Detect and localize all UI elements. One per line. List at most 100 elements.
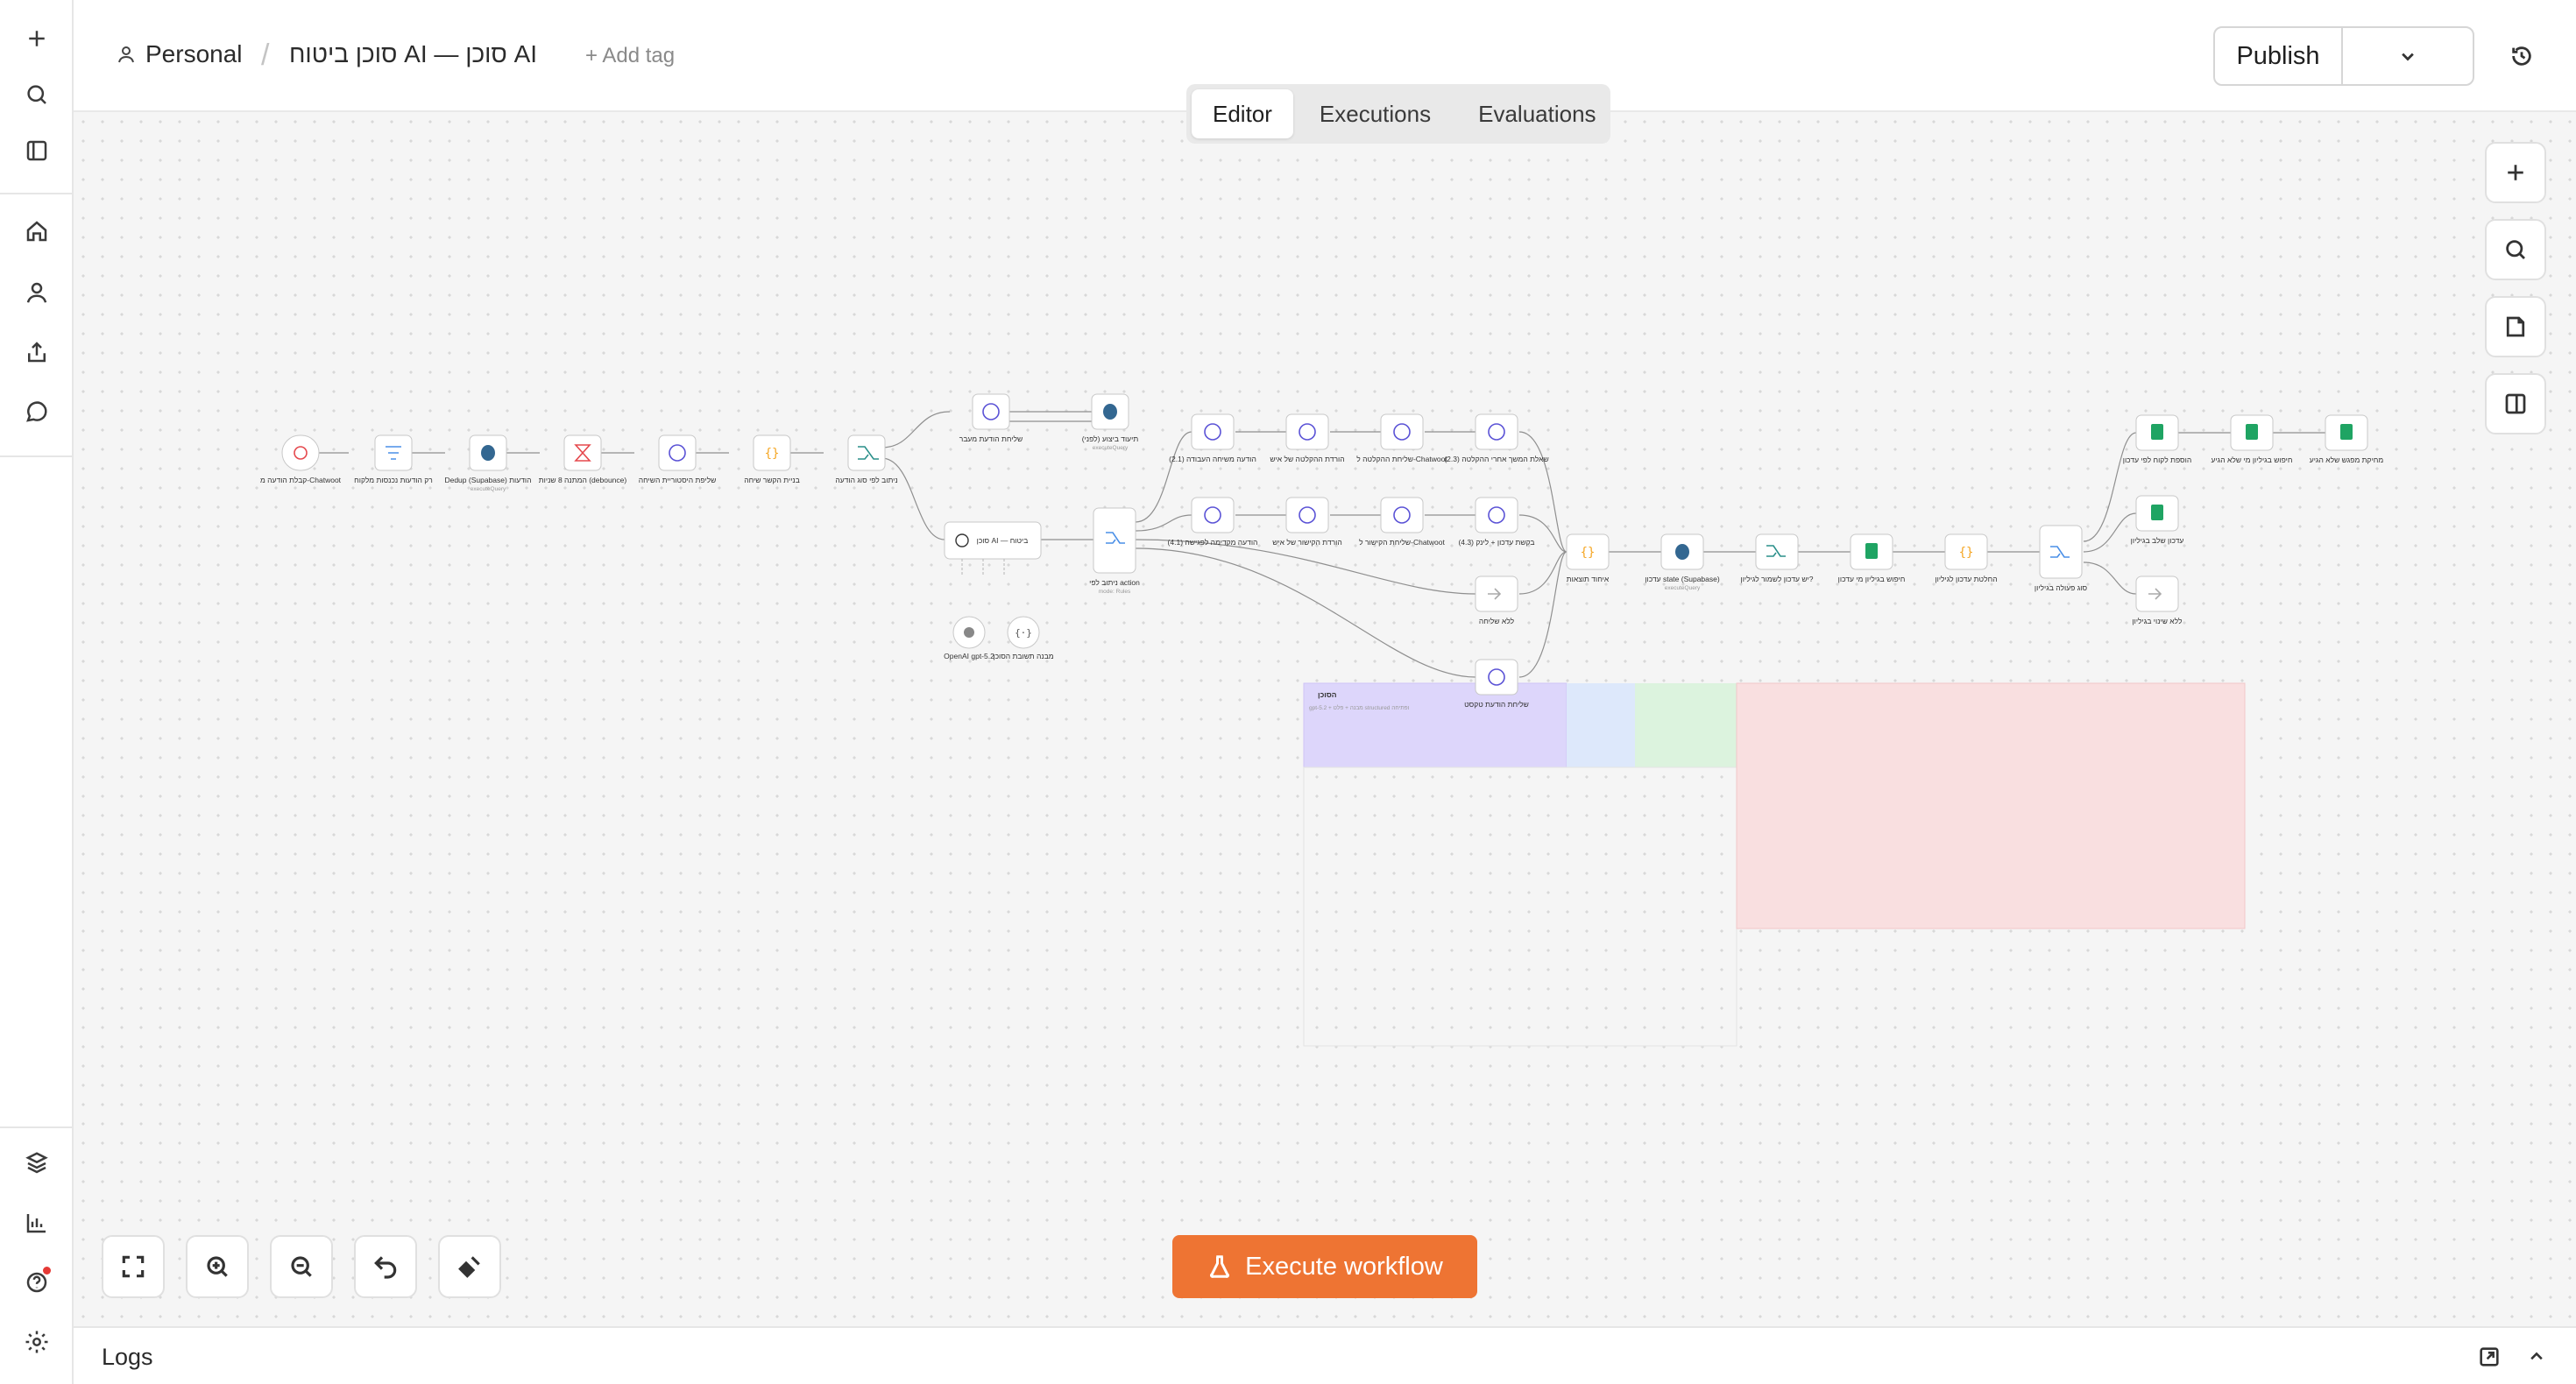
node-route-action[interactable]: ניתוב לפי action mode: Rules (1089, 507, 1140, 595)
node-label: הורדת הקישור של איש (1272, 538, 1342, 547)
breadcrumb-project[interactable]: Personal (116, 40, 243, 68)
node-trigger[interactable]: קבלת הודעה מ-Chatwoot (260, 434, 342, 484)
node-delete-noshow[interactable]: מחיקת מפגש שלא הגיע (2310, 414, 2384, 464)
sticky-note-empty[interactable] (1303, 766, 1737, 1047)
node-label: איחוד תוצאות (1567, 575, 1610, 583)
node-sheet-search[interactable]: חיפוש בגיליון מי עדכון (1838, 533, 1906, 583)
node-send-recording[interactable]: שליחת ההקלטה ל-Chatwoot (1356, 413, 1447, 463)
parser-icon: {·} (1015, 627, 1032, 639)
zoom-in-icon (207, 1256, 228, 1277)
sticky-note-icon (2506, 316, 2525, 337)
templates-icon[interactable] (16, 1142, 58, 1184)
zoom-in-button[interactable] (186, 1235, 249, 1298)
logs-label: Logs (102, 1344, 153, 1370)
add-tag-button[interactable]: + Add tag (585, 44, 675, 68)
rail-divider (0, 193, 74, 194)
node-label: תיעוד ביצוע (לפני) (1082, 434, 1139, 443)
node-transfer-msg[interactable]: שליחת הודעת מעבר (959, 393, 1023, 443)
sticky-note-blue[interactable] (1567, 683, 1635, 767)
user-icon[interactable] (16, 272, 58, 314)
logs-panel[interactable]: Logs (74, 1326, 2576, 1384)
node-wait[interactable]: המתנה 8 שניות (debounce) (539, 434, 627, 484)
node-filter[interactable]: רק הודעות נכנסות מלקוח (354, 434, 433, 484)
sticky-title: הסוכן (1318, 690, 1337, 699)
node-send-link[interactable]: שליחת הקישור ל-Chatwoot (1359, 497, 1446, 547)
more-options-icon[interactable] (2564, 35, 2576, 77)
history-icon[interactable] (2501, 35, 2543, 77)
sticky-note-red[interactable] (1736, 682, 2246, 929)
node-openai-model[interactable]: OpenAI gpt-5.2 (944, 616, 994, 660)
node-history[interactable]: שליפת היסטוריית השיחה (639, 434, 717, 484)
node-sublabel: mode: Rules (1099, 589, 1131, 595)
add-icon[interactable] (16, 18, 58, 60)
tab-evaluations[interactable]: Evaluations (1457, 89, 1617, 138)
node-output-parser[interactable]: {·} מבנה תשובת הסוכן (993, 616, 1054, 660)
tab-executions[interactable]: Executions (1299, 89, 1452, 138)
node-label: ניתוב לפי action (1089, 578, 1140, 587)
chevron-up-icon[interactable] (2522, 1342, 2551, 1372)
code-icon: {} (1959, 546, 1974, 560)
node-no-sheet-change[interactable]: ללא שינוי בגיליון (2132, 575, 2183, 625)
node-search-noshow[interactable]: חיפוש בגיליון מי שלא הגיע (2212, 414, 2293, 464)
add-node-button[interactable] (2485, 142, 2546, 203)
node-label: שליחת ההקלטה ל-Chatwoot (1356, 455, 1447, 463)
chat-icon[interactable] (16, 391, 58, 433)
node-label: הוספת לקוח לפי עדכון (2123, 455, 2191, 464)
workflow-graph: הסוכן gpt-5.2 + מבנה + פלט structured ופ… (260, 393, 2384, 1047)
node-request-update[interactable]: בקשת עדכון + לינק (4.3) (1458, 497, 1535, 547)
node-label: שליחת הקישור ל-Chatwoot (1359, 538, 1445, 547)
node-download-recording[interactable]: הורדת ההקלטה של איש (1270, 413, 1345, 463)
node-add-client[interactable]: הוספת לקוח לפי עדכון (2123, 414, 2191, 464)
postgres-icon (1103, 404, 1117, 420)
workflow-title[interactable]: סוכן ביטוח AI — סוכן AI (289, 40, 537, 68)
publish-options-button[interactable] (2343, 28, 2473, 84)
node-sublabel: executeQuery (1665, 585, 1701, 591)
tab-editor[interactable]: Editor (1192, 89, 1293, 138)
node-no-send[interactable]: ללא שליחה (1475, 575, 1518, 625)
node-ai-agent[interactable]: סוכן AI — ביטוח (944, 521, 1042, 576)
fit-view-button[interactable] (102, 1235, 165, 1298)
sheets-icon (2340, 424, 2353, 440)
node-label: החלטת עדכון לגיליון (1935, 575, 1997, 583)
settings-icon[interactable] (16, 1321, 58, 1363)
sheets-icon (1865, 543, 1878, 559)
node-label: רק הודעות נכנסות מלקוח (354, 476, 433, 484)
add-sticky-button[interactable] (2485, 296, 2546, 357)
tidy-up-button[interactable] (438, 1235, 501, 1298)
zoom-out-button[interactable] (270, 1235, 333, 1298)
undo-button[interactable] (354, 1235, 417, 1298)
user-icon (118, 46, 134, 63)
node-sheet-decision[interactable]: {} החלטת עדכון לגיליון (1935, 533, 1998, 583)
node-label: שליפת היסטוריית השיחה (639, 476, 717, 484)
node-merge-results[interactable]: {} איחוד תוצאות (1566, 533, 1610, 583)
node-log-before[interactable]: תיעוד ביצוע (לפני) executeQuery (1082, 393, 1139, 451)
add-icon (2508, 165, 2523, 180)
workflow-nodes[interactable]: קבלת הודעה מ-Chatwoot רק הודעות נכנסות מ… (260, 393, 2384, 709)
node-meeting-msg[interactable]: הודעה מקדימה לפגישה (4.1) (1168, 497, 1258, 547)
toggle-panel-button[interactable] (2485, 373, 2546, 434)
node-download-link[interactable]: הורדת הקישור של איש (1272, 497, 1342, 547)
sidebar-toggle-icon[interactable] (16, 130, 58, 172)
publish-button[interactable]: Publish (2215, 28, 2343, 84)
pop-out-icon[interactable] (2474, 1342, 2504, 1372)
search-nodes-button[interactable] (2485, 219, 2546, 280)
node-label: הורדת ההקלטה של איש (1270, 455, 1344, 463)
home-icon[interactable] (16, 210, 58, 252)
node-update-stage[interactable]: עדכון שלב בגיליון (2131, 495, 2184, 545)
help-icon[interactable] (16, 1261, 58, 1303)
sticky-note-green[interactable] (1635, 683, 1737, 767)
share-icon[interactable] (16, 331, 58, 373)
node-sheet-check[interactable]: יש עדכון לשמור לגיליון? (1741, 533, 1814, 583)
breadcrumb-separator: / (261, 39, 270, 72)
insights-icon[interactable] (16, 1202, 58, 1244)
execute-workflow-button[interactable]: Execute workflow (1172, 1235, 1477, 1298)
search-icon[interactable] (16, 74, 58, 116)
zoom-out-icon (291, 1256, 312, 1277)
sticky-note-group[interactable]: הסוכן gpt-5.2 + מבנה + פלט structured ופ… (1303, 682, 2246, 1047)
publish-group: Publish (2213, 26, 2474, 86)
node-context[interactable]: {} בניית הקשר שיחה (744, 434, 800, 484)
node-dedup[interactable]: Dedup (Supabase) הודעות executeQuery (444, 434, 532, 492)
node-update-state[interactable]: עדכון state (Supabase) executeQuery (1645, 533, 1720, 591)
node-sheet-action[interactable]: סוג פעולה בגיליון (2035, 525, 2088, 592)
sticky-note-agent[interactable] (1303, 682, 1568, 768)
